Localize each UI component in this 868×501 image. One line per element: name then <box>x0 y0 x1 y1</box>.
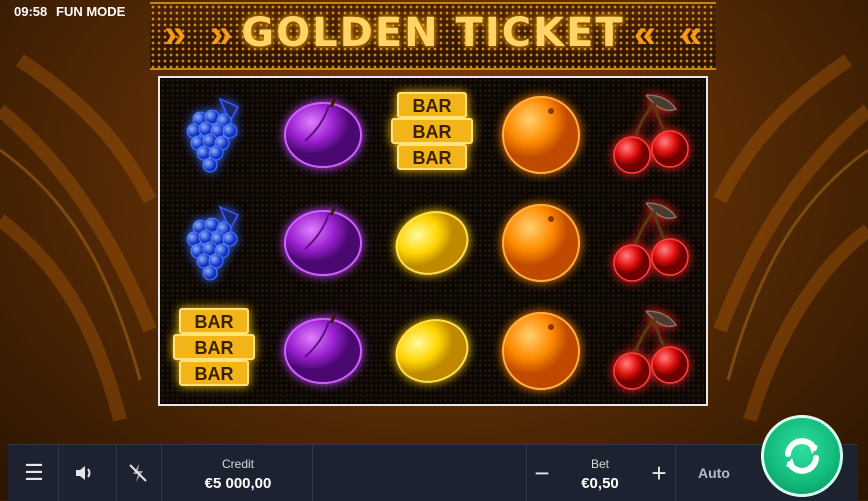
plum-icon <box>284 98 362 168</box>
orange-icon <box>502 204 580 282</box>
speaker-icon[interactable] <box>71 459 99 487</box>
cherries-icon <box>613 310 689 390</box>
svg-text:BAR: BAR <box>195 338 234 358</box>
reel-3: BAR BAR BAR <box>378 78 486 404</box>
svg-text:BAR: BAR <box>195 364 234 384</box>
bet-label: Bet <box>590 457 609 471</box>
reel-2 <box>269 78 377 404</box>
grapes-icon <box>186 205 240 281</box>
symbol-orange <box>487 79 595 187</box>
clock: 09:58 <box>14 4 48 19</box>
orange-icon <box>502 312 580 390</box>
divider <box>675 445 676 501</box>
bar-icon: BAR BAR BAR <box>391 92 473 170</box>
divider <box>58 445 59 501</box>
mode-label: FUN MODE <box>56 4 126 19</box>
control-bar: ☰ Credit €5 000,00 − Bet €0,50 + Auto <box>8 444 858 501</box>
symbol-cherries <box>596 187 704 295</box>
game-title: GOLDEN TICKET <box>241 10 625 56</box>
lemon-icon <box>395 211 469 275</box>
symbol-cherries <box>596 295 704 403</box>
symbol-grapes <box>160 187 268 295</box>
svg-text:BAR: BAR <box>413 96 452 116</box>
reel-grid: BAR BAR BAR BAR BAR BAR <box>158 76 708 406</box>
bet-value: €0,50 <box>581 475 619 492</box>
divider <box>161 445 162 501</box>
bet-increase-button[interactable]: + <box>645 459 673 487</box>
plum-icon <box>284 314 362 384</box>
title-banner: » » « « GOLDEN TICKET <box>150 2 716 70</box>
symbol-orange <box>487 295 595 403</box>
svg-text:BAR: BAR <box>413 148 452 168</box>
symbol-lemon <box>378 187 486 295</box>
symbol-lemon <box>378 295 486 403</box>
symbol-bar: BAR BAR BAR <box>160 295 268 403</box>
divider <box>526 445 527 501</box>
symbol-plum <box>269 79 377 187</box>
symbol-orange <box>487 187 595 295</box>
divider <box>312 445 313 501</box>
symbol-cherries <box>596 79 704 187</box>
bar-icon: BAR BAR BAR <box>173 308 255 386</box>
symbol-bar: BAR BAR BAR <box>378 79 486 187</box>
lemon-icon <box>395 319 469 383</box>
reel-5 <box>596 78 704 404</box>
turbo-off-icon[interactable] <box>124 459 152 487</box>
symbol-plum <box>269 295 377 403</box>
orange-icon <box>502 96 580 174</box>
auto-spin-button[interactable]: Auto <box>698 465 730 481</box>
grapes-icon <box>186 97 240 173</box>
cherries-icon <box>613 202 689 282</box>
bet-decrease-button[interactable]: − <box>528 459 556 487</box>
symbol-grapes <box>160 79 268 187</box>
refresh-icon <box>785 438 819 474</box>
cherries-icon <box>613 94 689 174</box>
credit-label: Credit <box>221 457 254 471</box>
svg-text:BAR: BAR <box>413 122 452 142</box>
spin-button[interactable] <box>761 415 843 497</box>
reel-4 <box>487 78 595 404</box>
menu-icon[interactable]: ☰ <box>20 459 48 487</box>
divider <box>116 445 117 501</box>
credit-value: €5 000,00 <box>204 475 272 492</box>
symbol-plum <box>269 187 377 295</box>
svg-text:BAR: BAR <box>195 312 234 332</box>
plum-icon <box>284 206 362 276</box>
reel-1: BAR BAR BAR <box>160 78 268 404</box>
